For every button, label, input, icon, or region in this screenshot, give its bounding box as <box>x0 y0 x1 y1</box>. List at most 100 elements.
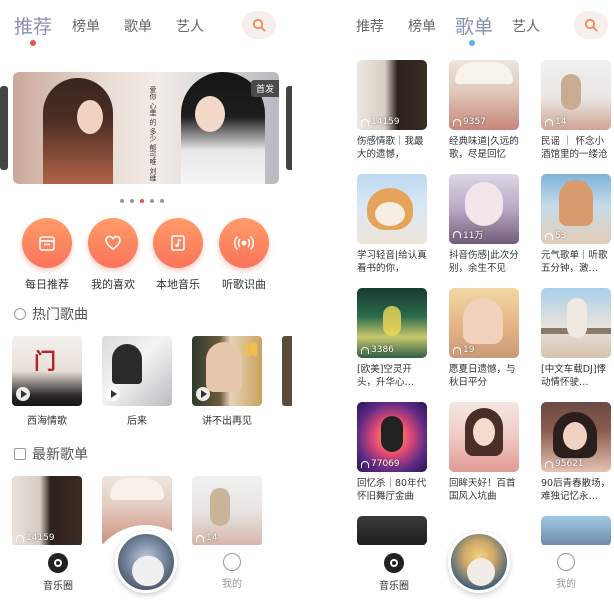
music-file-icon <box>171 235 185 251</box>
nav-me[interactable]: 我的 <box>536 553 596 590</box>
cover-figure <box>559 180 593 226</box>
carousel-dot <box>160 199 164 203</box>
qa-label: 我的喜欢 <box>91 278 135 291</box>
hot-songs-title: 热门歌曲 <box>32 307 88 323</box>
playlist-cover <box>449 402 519 472</box>
now-playing-disc[interactable] <box>448 531 510 593</box>
playlist-card[interactable]: 14 <box>192 476 262 546</box>
cover-figure <box>561 74 581 110</box>
playlist-card[interactable]: 回眸天好！百首国风入坑曲 <box>449 402 519 503</box>
search-button[interactable] <box>242 11 276 39</box>
banner-prev-peek <box>0 86 8 170</box>
tab-playlists[interactable]: 歌单 <box>455 12 493 39</box>
banner-slide[interactable]: 爱你 心里 的 多少 郁可唯 刘维 首发 <box>13 72 279 184</box>
cover-face <box>563 422 587 450</box>
play-icon[interactable] <box>196 387 210 401</box>
now-playing-disc[interactable] <box>115 531 177 593</box>
song-cover <box>102 336 172 406</box>
my-likes-button[interactable]: 我的喜欢 <box>84 218 142 292</box>
headphone-icon <box>453 231 461 238</box>
play-count-value: 3386 <box>371 345 394 355</box>
cover-dog-face <box>375 202 405 226</box>
bottom-nav: 音乐圈 我的 <box>322 525 614 603</box>
play-count: 9357 <box>453 117 486 127</box>
play-icon[interactable] <box>16 387 30 401</box>
playlist-card[interactable]: 19 愿夏日遗憾，与秋日平分 <box>449 288 519 389</box>
qa-label: 听歌识曲 <box>222 278 266 291</box>
nav-me[interactable]: 我的 <box>202 553 262 590</box>
song-recognition-button[interactable]: 听歌识曲 <box>215 218 273 292</box>
playlist-card[interactable]: 53 元气歌单｜听歌五分钟，激… <box>541 174 611 275</box>
user-icon <box>557 553 575 571</box>
nav-label: 音乐圈 <box>379 581 409 592</box>
playlist-card[interactable] <box>357 516 427 546</box>
playlist-cover: 77069 <box>357 402 427 472</box>
tab-charts[interactable]: 榜单 <box>72 16 100 36</box>
qa-circle <box>22 218 72 268</box>
song-cover: ⻔ <box>12 336 82 406</box>
playlist-cover: 19 <box>449 288 519 358</box>
tab-recommend[interactable]: 推荐 <box>14 12 52 39</box>
play-count-value: 14159 <box>26 533 55 543</box>
playlist-card[interactable]: 14 民谣 ｜ 怀念小酒馆里的一缕沧桑 <box>541 60 611 161</box>
cover-figure <box>567 298 587 338</box>
play-count-value: 11万 <box>463 231 484 241</box>
playlist-card[interactable] <box>541 516 611 546</box>
hot-songs-icon <box>14 308 26 320</box>
playlists-screen: 推荐 榜单 歌单 艺人 14159 伤感情歌｜我最大的遗憾， 9357 经典味道… <box>322 0 614 603</box>
playlist-title: [欧美]空灵开头，升华心… <box>357 364 415 388</box>
cover-text: 講 <box>244 343 258 359</box>
song-cover: 講 <box>192 336 262 406</box>
heart-icon <box>105 235 121 250</box>
banner-text: 爱你 心里 的 多少 郁可唯 刘维 <box>149 86 157 182</box>
search-button[interactable] <box>574 11 608 39</box>
vinyl-icon <box>384 553 404 573</box>
qa-circle <box>219 218 269 268</box>
banner-face-female <box>77 100 103 134</box>
playlist-card[interactable]: 95621 90后青春散场，难独记忆永… <box>541 402 611 503</box>
hot-songs-header: 热门歌曲 <box>14 304 88 324</box>
vinyl-icon <box>48 553 68 573</box>
nav-music-circle[interactable]: 音乐圈 <box>364 553 424 592</box>
new-playlists-header: 最新歌单 <box>14 444 88 464</box>
nav-label: 我的 <box>222 579 242 590</box>
song-card-peek <box>282 336 292 406</box>
home-recommend-screen: 推荐 榜单 歌单 艺人 爱你 心里 的 多少 郁可唯 刘维 首发 每日推荐 我的… <box>0 0 292 603</box>
playlist-card[interactable]: 3386 [欧美]空灵开头，升华心… <box>357 288 427 389</box>
playlist-cover <box>357 516 427 546</box>
active-tab-indicator <box>30 40 36 46</box>
carousel-dot <box>120 199 124 203</box>
headphone-icon <box>545 232 553 240</box>
tab-artists[interactable]: 艺人 <box>176 16 204 36</box>
playlist-card[interactable]: 9357 经典味道|久远的歌，尽是回忆 <box>449 60 519 161</box>
qa-circle <box>153 218 203 268</box>
tab-artists[interactable]: 艺人 <box>512 16 540 36</box>
tab-charts[interactable]: 榜单 <box>408 16 436 36</box>
playlist-card[interactable]: 77069 回忆杀｜80年代怀旧舞厅金曲 <box>357 402 427 503</box>
tab-recommend[interactable]: 推荐 <box>356 16 384 36</box>
song-card[interactable]: 后来 <box>102 336 172 427</box>
cover-figure <box>112 344 142 384</box>
play-count-value: 9357 <box>463 117 486 127</box>
playlist-card[interactable]: 14159 <box>12 476 82 546</box>
playlist-card[interactable]: 学习轻音|给认真看书的你， <box>357 174 427 275</box>
playlist-card[interactable]: 14159 伤感情歌｜我最大的遗憾， <box>357 60 427 161</box>
playlist-cover: 14159 <box>357 60 427 130</box>
daily-recommend-button[interactable]: 每日推荐 <box>18 218 76 292</box>
nav-music-circle[interactable]: 音乐圈 <box>28 553 88 592</box>
banner-carousel[interactable]: 爱你 心里 的 多少 郁可唯 刘维 首发 <box>0 72 292 184</box>
cover-face <box>463 298 503 344</box>
headphone-icon <box>196 534 204 542</box>
song-card[interactable]: 講 讲不出再见 <box>192 336 262 427</box>
playlist-card[interactable]: [中文车载DJ]悸动情怀驶… <box>541 288 611 389</box>
playlist-card[interactable]: 11万 抖音伤感|此次分别，余生不见 <box>449 174 519 275</box>
playlist-title: 愿夏日遗憾，与秋日平分 <box>449 364 516 388</box>
play-count-value: 14159 <box>371 117 400 127</box>
local-music-button[interactable]: 本地音乐 <box>149 218 207 292</box>
tab-playlists[interactable]: 歌单 <box>124 16 152 36</box>
song-card[interactable]: ⻔ 西海情歌 <box>12 336 82 427</box>
play-icon[interactable] <box>106 387 120 401</box>
playlist-title: 90后青春散场，难独记忆永… <box>541 478 611 502</box>
play-count-value: 14 <box>555 117 567 127</box>
playlist-cover <box>541 516 611 546</box>
